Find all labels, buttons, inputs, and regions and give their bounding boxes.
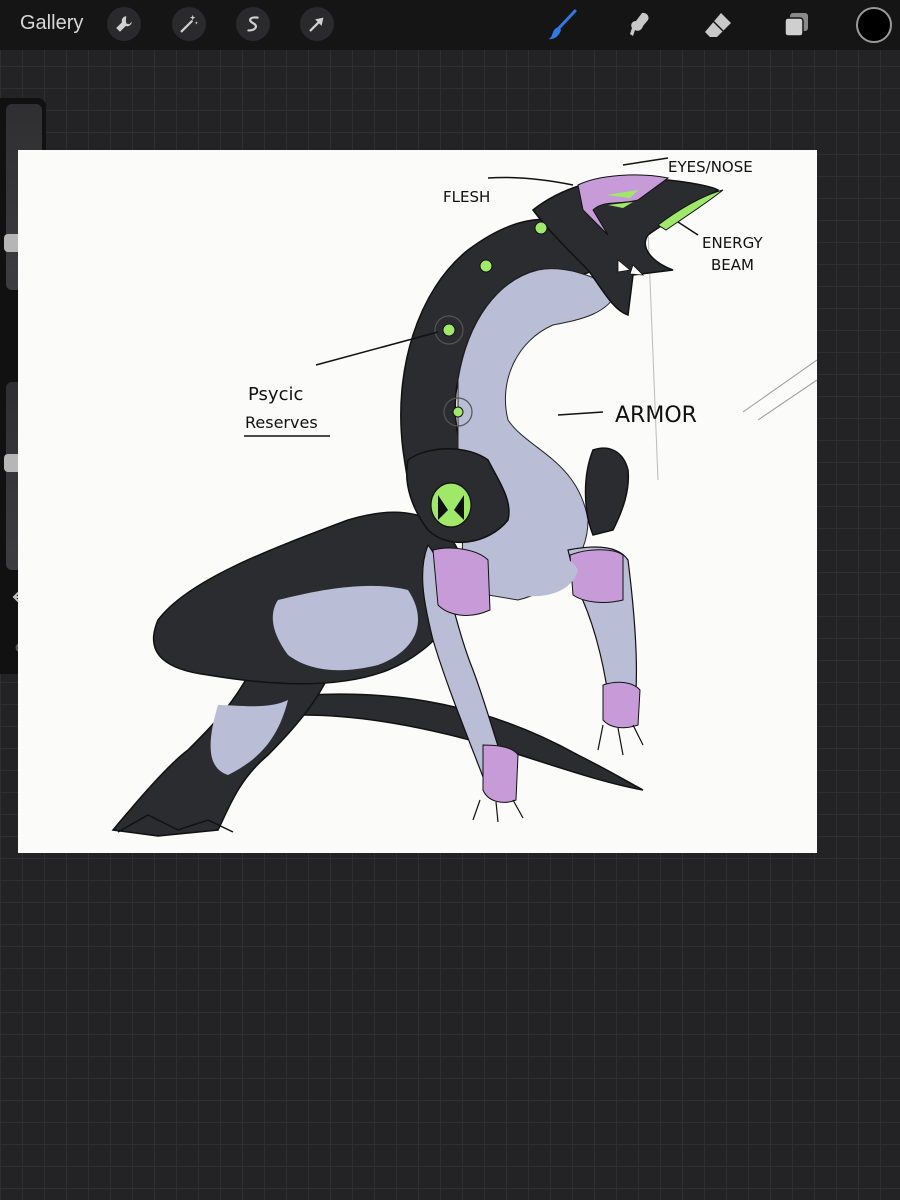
magic-wand-icon: [180, 14, 198, 33]
eraser-tool[interactable]: [700, 7, 736, 43]
eraser-icon: [705, 13, 731, 37]
label-eyes-nose: EYES/NOSE: [668, 158, 753, 176]
actions-button[interactable]: [107, 7, 141, 41]
brush-icon: [548, 9, 577, 40]
smudge-tool[interactable]: [620, 7, 656, 43]
layers-button[interactable]: [778, 7, 814, 43]
smudge-icon: [630, 12, 649, 37]
drawing-canvas[interactable]: EYES/NOSE FLESH ENERGY BEAM Psycic Reser…: [18, 150, 817, 853]
gallery-button[interactable]: Gallery: [20, 12, 83, 35]
transform-button[interactable]: [300, 7, 334, 41]
wrench-icon: [116, 16, 132, 32]
adjustments-button[interactable]: [172, 7, 206, 41]
color-picker-button[interactable]: [856, 7, 892, 43]
label-reserves: Reserves: [245, 413, 318, 432]
layers-icon: [784, 13, 808, 37]
label-psycic: Psycic: [248, 384, 303, 405]
top-toolbar: Gallery: [0, 0, 900, 50]
label-flesh: FLESH: [443, 188, 490, 206]
brush-tool[interactable]: [544, 7, 580, 43]
label-armor: ARMOR: [615, 403, 697, 428]
selection-button[interactable]: [236, 7, 270, 41]
creature-drawing: EYES/NOSE FLESH ENERGY BEAM Psycic Reser…: [111, 157, 817, 837]
label-energy: ENERGY: [702, 234, 763, 252]
selection-icon: [247, 16, 259, 32]
transform-arrow-icon: [309, 17, 324, 32]
label-beam: BEAM: [711, 256, 754, 274]
